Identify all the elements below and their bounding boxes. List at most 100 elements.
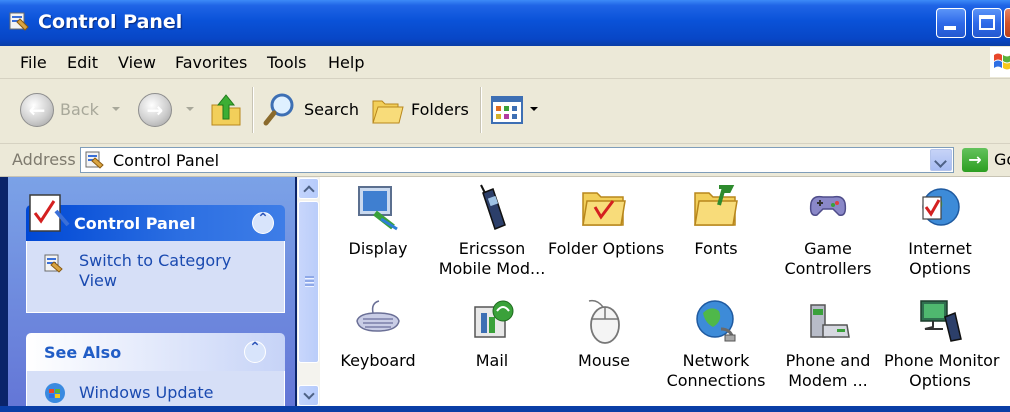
item-ericsson-mobile-modem[interactable]: Ericsson Mobile Mod... — [436, 183, 548, 279]
switch-link-line1: Switch to Category — [79, 251, 232, 270]
views-icon — [491, 96, 523, 124]
see-also-section-header[interactable]: See Also ⌃ — [26, 333, 285, 371]
item-label: Mouse — [578, 351, 630, 370]
address-label: Address — [12, 150, 76, 169]
item-game-controllers[interactable]: Game Controllers — [772, 183, 884, 279]
address-bar: Address Control Panel → Go — [0, 144, 1010, 177]
item-keyboard[interactable]: Keyboard — [322, 295, 434, 371]
item-fonts[interactable]: Fonts — [660, 183, 772, 259]
keyboard-icon — [356, 300, 400, 332]
network-connections-icon — [696, 300, 736, 342]
item-label: Fonts — [694, 239, 738, 258]
folder-options-icon — [582, 192, 626, 226]
menu-bar: File Edit View Favorites Tools Help — [0, 46, 1010, 79]
vertical-scrollbar[interactable] — [297, 177, 320, 412]
collapse-control-panel-button[interactable]: ⌃ — [252, 211, 274, 234]
address-value: Control Panel — [113, 151, 220, 170]
window-bottom-border — [0, 406, 1010, 412]
views-dropdown-icon — [530, 107, 538, 111]
standard-toolbar: ← Back → Search Folders — [0, 79, 1010, 144]
maximize-icon — [979, 15, 995, 30]
go-button[interactable]: → — [962, 148, 988, 172]
views-button[interactable] — [490, 91, 540, 129]
menu-tools[interactable]: Tools — [267, 53, 306, 72]
back-dropdown-icon — [112, 107, 120, 111]
item-display[interactable]: Display — [322, 183, 434, 259]
menu-view[interactable]: View — [118, 53, 156, 72]
internet-options-icon — [922, 188, 960, 226]
folders-icon — [372, 100, 404, 124]
collapse-see-also-button[interactable]: ⌃ — [244, 340, 266, 363]
control-panel-large-icon — [29, 194, 70, 232]
switch-link-line2: View — [79, 271, 117, 290]
item-internet-options[interactable]: Internet Options — [884, 183, 996, 279]
grip-line — [305, 280, 314, 283]
phone-modem-icon — [810, 304, 850, 338]
go-label[interactable]: Go — [994, 150, 1010, 169]
item-label: Phone and Modem ... — [785, 351, 871, 390]
mail-icon — [474, 300, 514, 338]
magnifier-icon — [263, 93, 294, 126]
double-chevron-up-icon: ⌃ — [249, 340, 261, 356]
menu-file[interactable]: File — [20, 53, 47, 72]
control-panel-window: Control Panel File Edit View Favorites T… — [0, 0, 1010, 412]
grip-line — [305, 284, 314, 287]
folders-button[interactable]: Folders — [370, 91, 470, 129]
menu-favorites[interactable]: Favorites — [175, 53, 247, 72]
search-button[interactable]: Search — [262, 91, 359, 129]
item-label: Mail — [475, 351, 509, 370]
gamepad-icon — [809, 195, 847, 216]
back-label: Back — [60, 100, 99, 119]
control-panel-icon — [85, 151, 104, 169]
fonts-folder-icon — [694, 185, 738, 226]
item-mouse[interactable]: Mouse — [548, 295, 660, 371]
item-label: Game Controllers — [784, 239, 872, 278]
scroll-down-button[interactable] — [298, 385, 319, 406]
folders-label: Folders — [411, 100, 469, 119]
address-input[interactable]: Control Panel — [80, 147, 954, 173]
item-label: Keyboard — [340, 351, 416, 370]
control-panel-icon — [9, 12, 29, 31]
windows-logo-icon — [990, 47, 1010, 77]
item-label: Display — [348, 239, 408, 258]
toolbar-separator — [480, 87, 482, 133]
windows-update-icon — [45, 383, 65, 403]
up-folder-icon[interactable] — [208, 91, 244, 129]
menu-help[interactable]: Help — [328, 53, 364, 72]
toolbar-separator — [252, 87, 254, 133]
scroll-up-button[interactable] — [298, 178, 319, 199]
item-network-connections[interactable]: Network Connections — [660, 295, 772, 391]
control-panel-section-body: Switch to Category View — [26, 241, 285, 313]
search-label: Search — [304, 100, 359, 119]
go-arrow-icon: → — [968, 150, 982, 169]
mobile-phone-icon — [480, 184, 506, 230]
close-button[interactable] — [1004, 8, 1010, 38]
forward-button[interactable]: → — [136, 91, 198, 129]
windows-update-link[interactable]: Windows Update — [79, 383, 213, 402]
item-label: Phone Monitor Options — [884, 351, 1000, 390]
menu-edit[interactable]: Edit — [67, 53, 98, 72]
control-panel-icon — [44, 254, 63, 273]
control-panel-items: Display Ericsson Mobile Mod... Folder Opt… — [320, 177, 1010, 412]
item-label: Folder Options — [548, 239, 665, 258]
mouse-icon — [588, 299, 620, 344]
back-arrow-icon: ← — [20, 93, 54, 127]
forward-arrow-icon: → — [138, 93, 172, 127]
display-icon — [358, 186, 398, 231]
item-label: Ericsson Mobile Mod... — [438, 239, 546, 278]
address-dropdown-button[interactable] — [930, 149, 952, 171]
title-bar[interactable]: Control Panel — [0, 0, 1010, 46]
back-button[interactable]: ← Back — [18, 91, 120, 129]
task-pane: Control Panel ⌃ Switch to Category View … — [8, 177, 295, 412]
scroll-thumb[interactable] — [298, 201, 319, 363]
item-phone-and-modem[interactable]: Phone and Modem ... — [772, 295, 884, 391]
minimize-button[interactable] — [936, 8, 966, 38]
item-phone-monitor-options[interactable]: Phone Monitor Options — [884, 295, 1000, 391]
switch-to-category-view-link[interactable]: Switch to Category View — [79, 251, 231, 291]
control-panel-section-title: Control Panel — [74, 214, 196, 233]
item-mail[interactable]: Mail — [436, 295, 548, 371]
maximize-button[interactable] — [972, 8, 1002, 38]
minimize-icon — [944, 26, 956, 30]
item-folder-options[interactable]: Folder Options — [548, 183, 665, 259]
item-label: Internet Options — [908, 239, 972, 278]
